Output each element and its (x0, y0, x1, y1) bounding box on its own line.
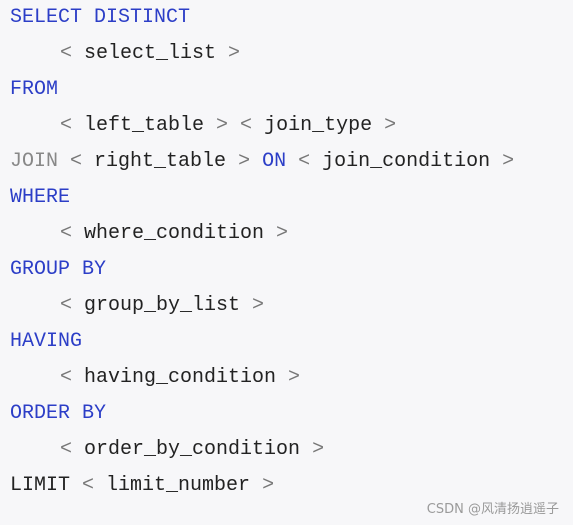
sql-identifier: limit_number (106, 474, 251, 497)
code-line: SELECT DISTINCT (0, 0, 573, 36)
sql-code-block: SELECT DISTINCT < select_list > FROM < left… (0, 0, 573, 525)
sql-punctuation: > < (204, 114, 265, 137)
code-line: HAVING (0, 324, 573, 360)
sql-punctuation: < (60, 294, 85, 317)
sql-identifier: LIMIT (10, 474, 71, 497)
sql-punctuation: < (286, 150, 323, 173)
code-line: < group_by_list > (0, 288, 573, 324)
sql-punctuation: < (70, 474, 107, 497)
sql-keyword: SELECT DISTINCT (10, 6, 191, 29)
sql-keyword: ON (262, 150, 287, 173)
sql-keyword: HAVING (10, 330, 83, 353)
sql-punctuation: > (226, 150, 263, 173)
sql-identifier: select_list (84, 42, 217, 65)
code-line: < order_by_condition > (0, 432, 573, 468)
code-line: ORDER BY (0, 396, 573, 432)
sql-keyword: GROUP BY (10, 258, 107, 281)
sql-identifier: join_type (264, 114, 373, 137)
sql-keyword: WHERE (10, 186, 71, 209)
sql-punctuation: < (60, 366, 85, 389)
sql-punctuation: > (300, 438, 325, 461)
code-line: < where_condition > (0, 216, 573, 252)
sql-identifier: right_table (94, 150, 227, 173)
sql-punctuation: < (60, 222, 85, 245)
sql-identifier: group_by_list (84, 294, 241, 317)
code-line: < left_table > < join_type > (0, 108, 573, 144)
sql-identifier: where_condition (84, 222, 265, 245)
sql-punctuation: < (60, 114, 85, 137)
watermark: CSDN @风清扬逍遥子 (426, 502, 559, 517)
sql-punctuation: > (490, 150, 515, 173)
sql-keyword: JOIN (10, 150, 59, 173)
code-line: FROM (0, 72, 573, 108)
sql-punctuation: > (372, 114, 397, 137)
sql-punctuation: > (264, 222, 289, 245)
code-line: WHERE (0, 180, 573, 216)
sql-punctuation: > (216, 42, 241, 65)
sql-keyword: FROM (10, 78, 59, 101)
sql-punctuation: > (276, 366, 301, 389)
code-line: < select_list > (0, 36, 573, 72)
sql-identifier: join_condition (322, 150, 491, 173)
sql-identifier: having_condition (84, 366, 277, 389)
sql-identifier: left_table (84, 114, 205, 137)
sql-punctuation: < (60, 42, 85, 65)
code-line: JOIN < right_table > ON < join_condition… (0, 144, 573, 180)
sql-keyword: ORDER BY (10, 402, 107, 425)
sql-punctuation: > (240, 294, 265, 317)
sql-punctuation: > (250, 474, 275, 497)
sql-identifier: order_by_condition (84, 438, 301, 461)
sql-punctuation: < (60, 438, 85, 461)
code-line: GROUP BY (0, 252, 573, 288)
code-line: < having_condition > (0, 360, 573, 396)
sql-punctuation: < (58, 150, 95, 173)
